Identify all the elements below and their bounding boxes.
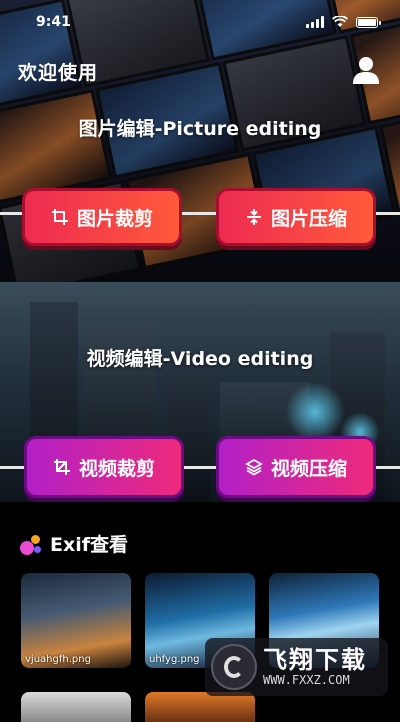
- picture-compress-button[interactable]: 图片压缩: [216, 188, 376, 246]
- user-profile-icon[interactable]: [352, 55, 380, 85]
- picture-compress-label: 图片压缩: [270, 207, 347, 230]
- exif-title: Exif查看: [50, 534, 129, 556]
- video-crop-label: 视频裁剪: [78, 457, 155, 480]
- exif-thumbnail[interactable]: [21, 692, 131, 722]
- picture-crop-button[interactable]: 图片裁剪: [22, 188, 182, 246]
- picture-crop-label: 图片裁剪: [76, 207, 153, 230]
- compress-icon: [246, 209, 261, 225]
- site-watermark: 飞翔下载 WWW.FXXZ.COM: [205, 638, 388, 696]
- greeting-text: 欢迎使用: [18, 62, 99, 84]
- video-crop-button[interactable]: 视频裁剪: [24, 436, 184, 498]
- layers-icon: [245, 458, 263, 476]
- wifi-icon: [332, 16, 348, 27]
- exif-thumbnail[interactable]: vjuahgfh.png: [21, 573, 131, 668]
- watermark-logo-icon: [211, 644, 257, 690]
- crop-icon: [51, 209, 68, 225]
- signal-icon: [306, 16, 324, 28]
- thumbnail-label: uhfyg.png: [149, 654, 200, 665]
- video-section-title: 视频编辑-Video editing: [86, 348, 314, 370]
- watermark-brand: 飞翔下载: [263, 645, 367, 674]
- video-compress-button[interactable]: 视频压缩: [216, 436, 376, 498]
- thumbnail-label: vjuahgfh.png: [25, 654, 91, 665]
- crop-icon: [53, 459, 70, 475]
- exif-section-header: Exif查看: [20, 530, 128, 557]
- picture-section-title: 图片编辑-Picture editing: [78, 118, 322, 140]
- watermark-url: WWW.FXXZ.COM: [263, 673, 350, 688]
- bubbles-icon: [20, 533, 42, 555]
- video-compress-label: 视频压缩: [270, 457, 347, 480]
- battery-icon: [356, 16, 381, 28]
- status-time: 9:41: [36, 14, 71, 30]
- status-bar: 9:41: [0, 0, 400, 44]
- exif-thumbnail[interactable]: [145, 692, 255, 722]
